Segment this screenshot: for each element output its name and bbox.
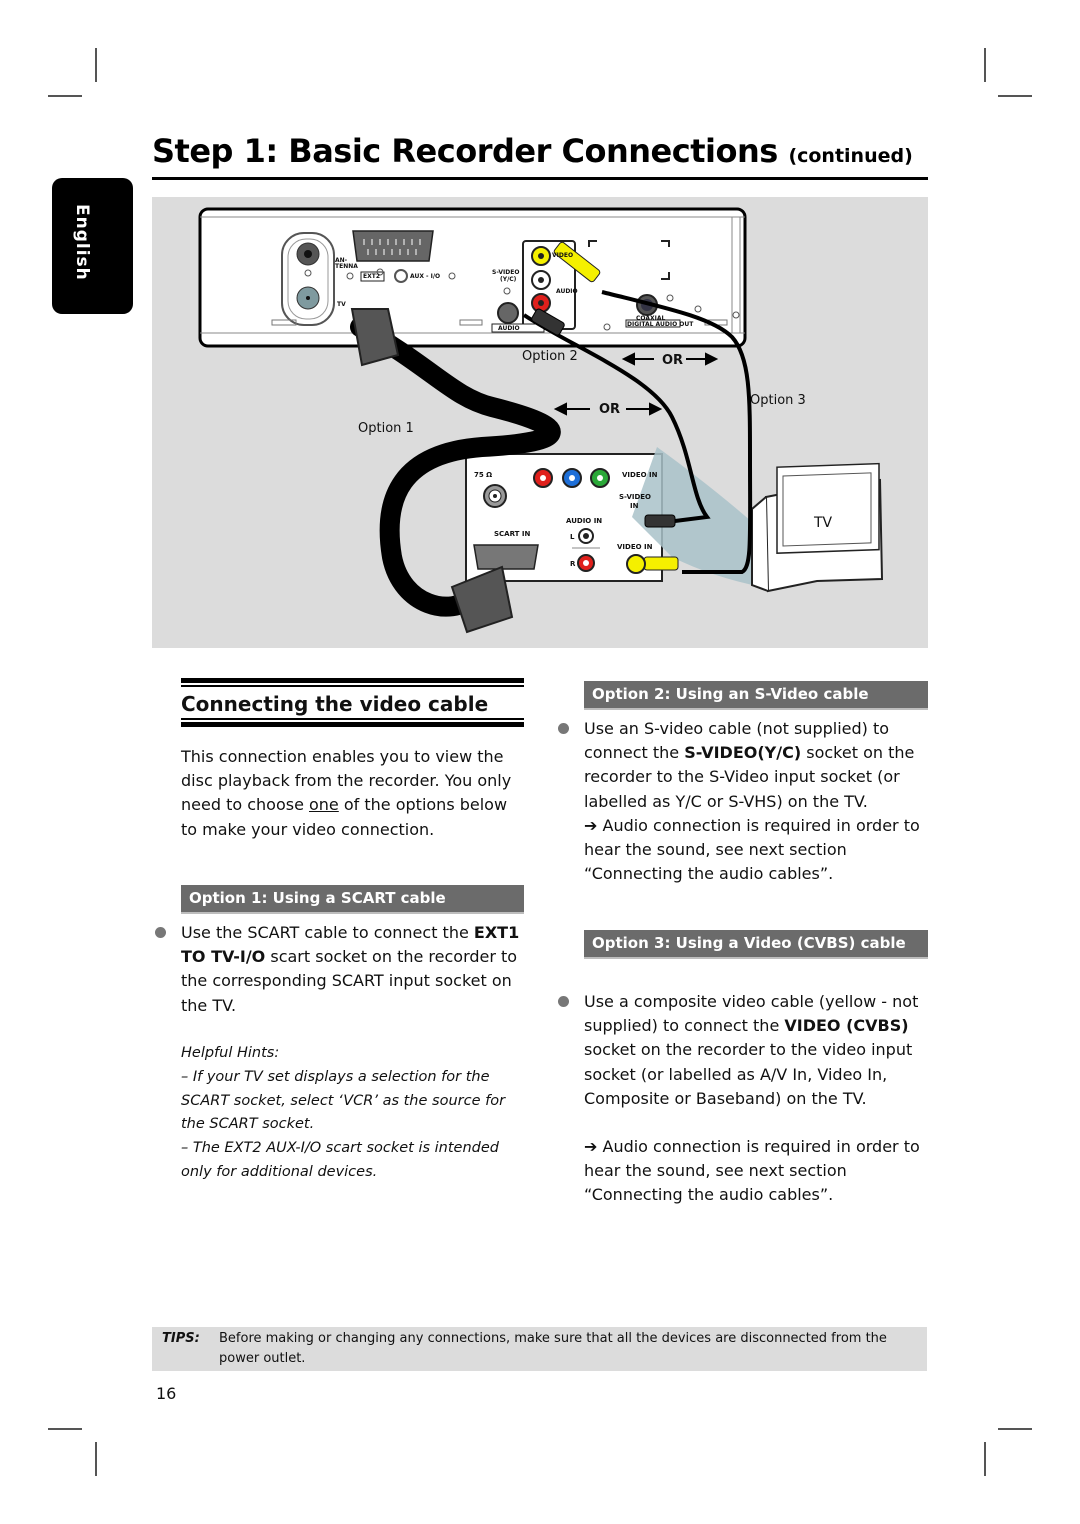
crop-mark	[48, 1428, 82, 1430]
audio-in-label: AUDIO IN	[566, 517, 603, 525]
option3-text-end: socket on the recorder to the video inpu…	[584, 1040, 913, 1108]
crop-mark	[95, 48, 97, 82]
crop-mark	[48, 95, 82, 97]
page-title: Step 1: Basic Recorder Connections (cont…	[152, 132, 928, 170]
page-number: 16	[156, 1384, 177, 1403]
intro-emphasis: one	[309, 795, 339, 815]
ohm-label: 75 Ω	[474, 471, 493, 479]
video-in-bottom-label: VIDEO IN	[617, 543, 653, 551]
digital-audio-out-label: DIGITAL AUDIO OUT	[627, 321, 694, 328]
hint-1: – If your TV set displays a selection fo…	[181, 1069, 506, 1132]
option3-heading: Option 3: Using a Video (CVBS) cable	[584, 930, 928, 959]
s-video-in-label-2: IN	[630, 502, 639, 510]
video-socket-label: VIDEO	[552, 252, 574, 259]
s-video-in-label-1: S-VIDEO	[619, 493, 652, 501]
bullet-icon	[155, 927, 166, 938]
option3-bullet-text: Use a composite video cable (yellow - no…	[584, 990, 934, 1111]
option1-label: Option 1	[358, 421, 414, 436]
option1-bullet-text: Use the SCART cable to connect the EXT1 …	[181, 921, 526, 1018]
antenna-label: AN-TENNA	[335, 257, 358, 270]
hint-2: – The EXT2 AUX-I/O scart socket is inten…	[181, 1140, 499, 1180]
section-heading: Connecting the video cable	[181, 692, 489, 716]
ext2-label: EXT2	[363, 273, 380, 280]
audio-l-label: L	[570, 533, 575, 541]
language-tab: English	[52, 178, 133, 314]
connection-diagram: Option 2 OR Option 3 OR Option 1 TV AN-T…	[152, 197, 928, 648]
tips-box: TIPS: Before making or changing any conn…	[152, 1327, 927, 1371]
tips-label: TIPS:	[162, 1331, 200, 1346]
or-label-lower: OR	[599, 402, 621, 417]
bullet-icon	[558, 723, 569, 734]
option1-text: Use the SCART cable to connect the	[181, 923, 474, 942]
crop-mark	[998, 1428, 1032, 1430]
option3-note: ➔ Audio connection is required in order …	[584, 1137, 920, 1205]
scart-in-label: SCART IN	[494, 530, 531, 538]
section-rule-bottom	[181, 718, 524, 727]
option2-heading: Option 2: Using an S-Video cable	[584, 681, 928, 710]
option3-label: Option 3	[750, 393, 806, 408]
or-label-upper: OR	[662, 353, 684, 368]
tv-label: TV	[814, 515, 833, 531]
option1-heading: Option 1: Using a SCART cable	[181, 885, 524, 914]
diagram-art	[198, 207, 884, 634]
audio-socket-label: AUDIO	[556, 288, 578, 295]
tv-out-label: TV	[337, 301, 346, 308]
aux-io-label: AUX - I/O	[410, 273, 441, 280]
language-tab-label: English	[72, 204, 92, 281]
helpful-hints-title: Helpful Hints:	[181, 1045, 280, 1061]
yc-label: (Y/C)	[500, 276, 517, 283]
option2-label: Option 2	[522, 349, 578, 364]
audio-strip-label: AUDIO	[498, 325, 520, 332]
page-title-main: Step 1: Basic Recorder Connections	[152, 132, 778, 170]
intro-paragraph: This connection enables you to view the …	[181, 745, 526, 842]
option2-socket-name: S-VIDEO(Y/C)	[684, 743, 802, 763]
option2-bullet-text: Use an S-video cable (not supplied) to c…	[584, 717, 934, 814]
video-in-top-label: VIDEO IN	[622, 471, 658, 479]
audio-r-label: R	[570, 560, 576, 568]
section-rule-top	[181, 678, 524, 687]
tips-text: Before making or changing any connection…	[219, 1331, 887, 1366]
or-arrows	[553, 352, 719, 416]
crop-mark	[984, 48, 986, 82]
crop-mark	[998, 95, 1032, 97]
bullet-icon	[558, 996, 569, 1007]
title-rule	[152, 177, 928, 180]
option3-socket-name: VIDEO (CVBS)	[784, 1016, 909, 1036]
option2-note: ➔ Audio connection is required in order …	[584, 816, 920, 884]
scart-plug-tv	[450, 565, 514, 634]
crop-mark	[984, 1442, 986, 1476]
s-video-label: S-VIDEO	[492, 269, 520, 276]
page-title-suffix: (continued)	[788, 145, 913, 167]
crop-mark	[95, 1442, 97, 1476]
